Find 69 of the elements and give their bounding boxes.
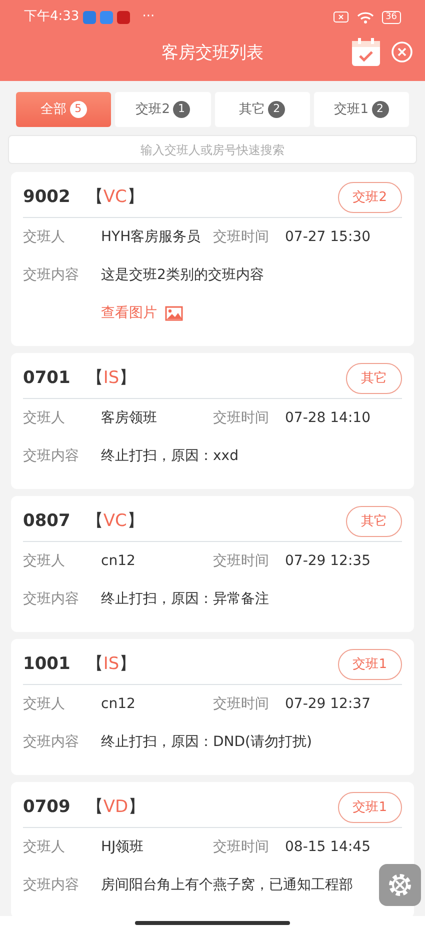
- field-value: cn12: [101, 552, 136, 570]
- close-icon[interactable]: [391, 41, 413, 63]
- count-badge: 2: [268, 101, 286, 118]
- field-value: 客房领班: [101, 408, 158, 428]
- category-tag[interactable]: 交班1: [338, 648, 402, 680]
- field-value: 终止打扫，原因：DND(请勿打扰): [101, 732, 312, 752]
- category-tag[interactable]: 交班1: [338, 792, 402, 824]
- field-label: 交班时间: [213, 838, 269, 856]
- filter-tab[interactable]: 交班2 1: [115, 92, 210, 127]
- field-label: 交班人: [23, 228, 66, 246]
- category-tag[interactable]: 其它: [346, 362, 402, 394]
- view-image-link[interactable]: 查看图片: [101, 302, 183, 324]
- search-field[interactable]: 输入交班人或房号快速搜索: [8, 135, 417, 164]
- status-time: 下午4:33: [24, 8, 80, 26]
- field-label: 交班内容: [23, 590, 80, 608]
- sim-icon: [332, 11, 349, 23]
- settings-icon: [386, 871, 414, 899]
- field-label: 交班时间: [213, 694, 269, 714]
- field-value: HYH客房服务员: [101, 228, 202, 246]
- field-value: 终止打扫，原因：xxd: [101, 446, 238, 466]
- count-badge: 5: [70, 101, 87, 118]
- field-label: 交班内容: [23, 446, 80, 466]
- field-value: 终止打扫，原因：异常备注: [101, 590, 269, 608]
- room-number: 1001: [23, 652, 70, 676]
- field-label: 交班人: [23, 838, 66, 856]
- room-status: 【VC】: [86, 186, 144, 209]
- category-tag[interactable]: 交班2: [338, 182, 402, 214]
- count-badge: 1: [173, 101, 190, 118]
- field-value: 07-29 12:37: [285, 694, 370, 714]
- category-tag[interactable]: 其它: [346, 506, 402, 538]
- field-value: 07-29 12:35: [285, 552, 370, 570]
- field-label: 交班内容: [23, 732, 80, 752]
- field-label: 交班时间: [213, 408, 269, 428]
- room-status: 【IS】: [86, 366, 136, 390]
- field-label: 交班时间: [213, 552, 269, 570]
- room-number: 9002: [23, 186, 70, 209]
- more-notifications: ···: [142, 8, 155, 26]
- filter-tab[interactable]: 全部 5: [16, 92, 112, 127]
- settings-button[interactable]: [379, 864, 421, 906]
- field-label: 交班时间: [213, 228, 269, 246]
- field-label: 交班内容: [23, 266, 80, 284]
- field-value: 07-27 15:30: [285, 228, 370, 246]
- room-status: 【VC】: [86, 510, 144, 533]
- page-title: 客房交班列表: [162, 42, 264, 66]
- app-icon: [83, 10, 96, 24]
- room-status: 【VD】: [86, 796, 146, 819]
- room-number: 0701: [23, 366, 70, 390]
- field-label: 交班人: [23, 694, 66, 714]
- filter-tab[interactable]: 其它 2: [214, 92, 310, 127]
- field-label: 交班人: [23, 552, 66, 570]
- filter-tab[interactable]: 交班1 2: [314, 92, 409, 127]
- field-label: 交班内容: [23, 876, 80, 894]
- room-status: 【IS】: [86, 652, 136, 676]
- room-number: 0709: [23, 796, 70, 819]
- room-number: 0807: [23, 510, 70, 533]
- field-value: cn12: [101, 694, 136, 714]
- wifi-icon: [356, 10, 374, 24]
- field-value: 07-28 14:10: [285, 408, 370, 428]
- image-icon: [165, 306, 183, 320]
- app-icon: [117, 10, 130, 24]
- field-label: 交班人: [23, 408, 66, 428]
- app-icon: [100, 10, 114, 24]
- battery-indicator: 36: [382, 10, 401, 24]
- calendar-icon[interactable]: [351, 37, 381, 67]
- field-value: HJ领班: [101, 838, 145, 856]
- count-badge: 2: [372, 101, 389, 118]
- field-value: 这是交班2类别的交班内容: [101, 266, 264, 284]
- field-value: 房间阳台角上有个燕子窝，已通知工程部: [101, 876, 353, 894]
- field-value: 08-15 14:45: [285, 838, 370, 856]
